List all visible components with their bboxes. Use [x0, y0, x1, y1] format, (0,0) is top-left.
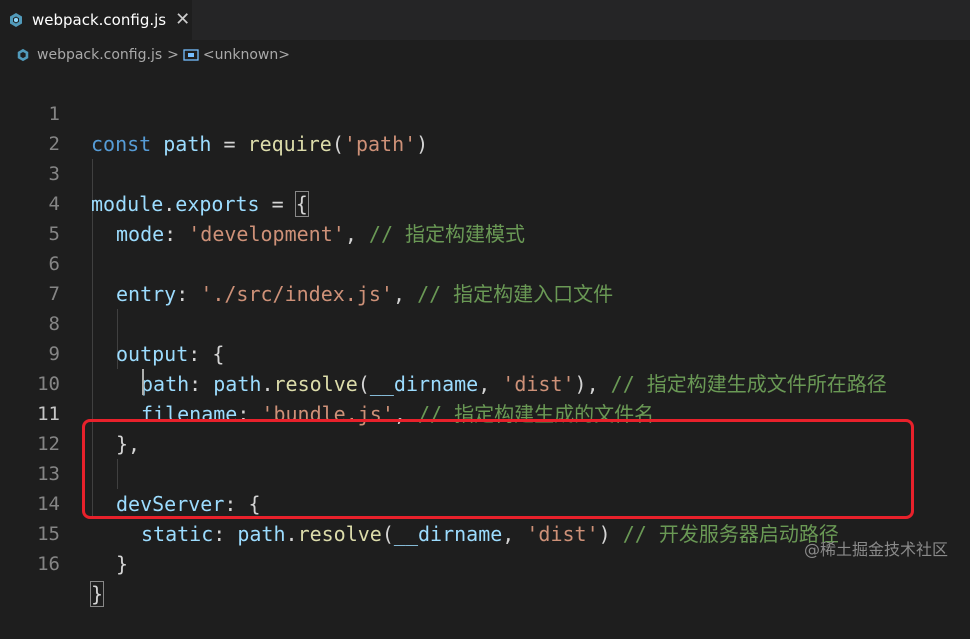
tab-webpack-config[interactable]: webpack.config.js ✕ [0, 0, 192, 40]
code-line: 1 const path = require('path') [0, 69, 970, 156]
watermark: @稀土掘金技术社区 [803, 540, 948, 559]
breadcrumb-file[interactable]: webpack.config.js [37, 47, 162, 63]
code-line: 6 entry: './src/index.js', // 指定构建入口文件 [0, 219, 970, 306]
tab-bar: webpack.config.js ✕ [0, 0, 970, 40]
code-line: 9 path: path.resolve(__dirname, 'dist'),… [0, 309, 970, 396]
code-line: 10 filename: 'bundle.js', // 指定构建生成的文件名 [0, 339, 970, 426]
code-line: 5 [0, 189, 970, 245]
chevron-right-icon: > [167, 47, 179, 63]
code-line: 7 [0, 249, 970, 305]
text-cursor [142, 369, 144, 395]
code-text: } [116, 552, 129, 576]
line-number: 16 [37, 553, 60, 575]
code-text: } [89, 581, 105, 607]
webpack-cube-icon [17, 48, 29, 62]
code-line: 3 module.exports = { [0, 129, 970, 217]
code-line: 2 [0, 99, 970, 155]
breadcrumb-symbol[interactable]: <unknown> [203, 47, 290, 63]
code-line: 11 }, [0, 369, 970, 456]
code-line: 4 mode: 'development', // 指定构建模式 [0, 159, 970, 246]
close-icon[interactable]: ✕ [175, 11, 190, 29]
webpack-cube-icon [10, 13, 22, 27]
tab-label: webpack.config.js [32, 11, 167, 29]
code-line: 8 output: { [0, 279, 970, 366]
symbol-variable-icon [183, 49, 199, 61]
highlight-box [82, 419, 914, 519]
breadcrumb: webpack.config.js > <unknown> [0, 42, 970, 68]
